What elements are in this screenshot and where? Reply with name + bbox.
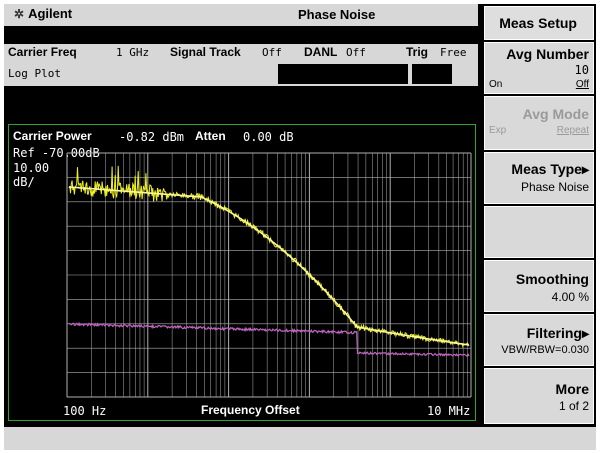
- meas-type-label: Meas Type▸: [511, 161, 589, 177]
- avg-mode-label: Avg Mode: [522, 106, 589, 122]
- menu-title-label: Meas Setup: [499, 15, 577, 31]
- x-start-label: 100 Hz: [63, 404, 107, 418]
- more-softkey[interactable]: More 1 of 2: [484, 368, 594, 424]
- avg-mode-softkey[interactable]: Avg Mode Exp Repeat: [484, 96, 594, 150]
- menu-title: Meas Setup: [484, 6, 594, 40]
- status-readout-box: [278, 64, 408, 84]
- trig-label: Trig: [406, 45, 429, 59]
- avg-number-off: Off: [575, 79, 589, 90]
- message-bar: [4, 88, 478, 120]
- title-bar: ✲ Agilent Phase Noise: [4, 4, 478, 27]
- noise-floor-trace: [68, 321, 470, 357]
- more-value: 1 of 2: [558, 399, 589, 413]
- status-line: [4, 426, 596, 450]
- measurement-status-bar: Carrier Freq 1 GHz Signal Track Off DANL…: [4, 44, 478, 86]
- phase-noise-plot: Carrier Power -0.82 dBm Atten 0.00 dB Re…: [8, 124, 476, 421]
- x-axis-label: Frequency Offset: [201, 403, 300, 417]
- agilent-logo: ✲ Agilent: [14, 6, 72, 21]
- x-stop-label: 10 MHz: [427, 404, 471, 418]
- blank-softkey[interactable]: [484, 206, 594, 258]
- danl-label: DANL: [304, 45, 338, 59]
- logo-text: Agilent: [28, 6, 73, 21]
- avg-number-value: 10: [574, 63, 589, 77]
- measurement-title: Phase Noise: [298, 7, 376, 22]
- meas-type-value: Phase Noise: [520, 180, 589, 194]
- star-icon: ✲: [14, 7, 25, 21]
- meas-type-softkey[interactable]: Meas Type▸ Phase Noise: [484, 152, 594, 204]
- signal-track-value: Off: [262, 46, 282, 59]
- smoothing-label: Smoothing: [515, 271, 589, 287]
- avg-mode-repeat: Repeat: [556, 125, 589, 136]
- phase-noise-raw-trace: [68, 165, 470, 349]
- more-label: More: [555, 381, 589, 397]
- view-label: Log Plot: [8, 67, 61, 80]
- signal-track-label: Signal Track: [170, 45, 241, 59]
- filtering-value: VBW/RBW=0.030: [501, 344, 589, 356]
- trig-value: Free: [440, 46, 467, 59]
- trigger-readout-box: [412, 64, 452, 84]
- avg-number-on: On: [489, 79, 503, 90]
- filtering-softkey[interactable]: Filtering▸ VBW/RBW=0.030: [484, 314, 594, 366]
- smoothing-value: 4.00 %: [551, 290, 589, 304]
- carrier-freq-value: 1 GHz: [116, 46, 150, 59]
- plot-graph: [66, 152, 472, 398]
- avg-mode-exp: Exp: [489, 125, 507, 136]
- smoothing-softkey[interactable]: Smoothing 4.00 %: [484, 260, 594, 312]
- filtering-label: Filtering▸: [526, 325, 589, 341]
- phase-noise-smoothed-trace: [68, 186, 470, 346]
- danl-value: Off: [346, 46, 366, 59]
- carrier-freq-label: Carrier Freq: [8, 45, 77, 59]
- avg-number-label: Avg Number: [506, 46, 589, 62]
- avg-number-softkey[interactable]: Avg Number 10 On Off: [484, 42, 594, 94]
